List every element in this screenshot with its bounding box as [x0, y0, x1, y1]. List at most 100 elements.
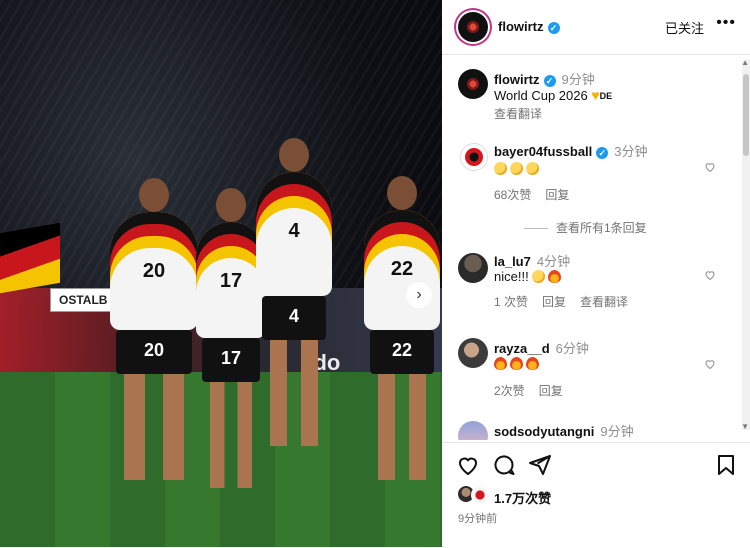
- post-header: flowirtz ✓ 已关注 •••: [442, 0, 750, 55]
- bookmark-save-icon[interactable]: [714, 453, 738, 477]
- caption-username: flowirtz ✓ 9分钟: [494, 69, 595, 88]
- bayer-logo-icon: [464, 147, 484, 167]
- comment-meta: 68次赞 回复: [494, 186, 583, 203]
- caption-text-content: World Cup 2026: [494, 88, 588, 103]
- comment-avatar[interactable]: [458, 421, 488, 440]
- comment-text: [494, 356, 542, 371]
- comment-bubble-icon[interactable]: [492, 453, 516, 477]
- player-legs: [378, 374, 426, 480]
- comment-username: bayer04fussball ✓ 3分钟: [494, 141, 648, 160]
- verified-badge-icon: ✓: [547, 21, 560, 34]
- comment-text-content: nice!!!: [494, 269, 529, 284]
- fire-icon: [526, 357, 539, 370]
- comment-meta: 2次赞 回复: [494, 382, 577, 399]
- player-head: [139, 178, 169, 212]
- caption-avatar[interactable]: [458, 69, 488, 99]
- reply-button[interactable]: 回复: [545, 188, 569, 202]
- comment-username: sodsodyutangni 9分钟: [494, 421, 634, 440]
- fire-icon: [548, 270, 562, 283]
- comment-username-text[interactable]: rayza__d: [494, 341, 550, 356]
- player-head: [216, 188, 246, 222]
- like-heart-icon[interactable]: [456, 453, 480, 477]
- view-replies-button[interactable]: 查看所有1条回复: [524, 219, 647, 236]
- post-photo[interactable]: OSTALB ndo 20 20 17 17 4 4 22 22 ›: [0, 0, 442, 547]
- post-sidebar: flowirtz ✓ 已关注 ••• flowirtz ✓ 9分钟 World Cup…: [442, 0, 750, 548]
- scroll-up-arrow-icon[interactable]: ▲: [741, 58, 749, 67]
- jersey-number: 4: [288, 220, 300, 242]
- verified-badge-icon: ✓: [543, 74, 556, 87]
- germany-flag: [0, 222, 60, 294]
- scrollbar-thumb[interactable]: [743, 74, 749, 156]
- flag-de-label: DE: [599, 91, 613, 101]
- comment-item: la_lu7 4分钟 nice!!! 1 次赞 回复 查看翻译: [442, 251, 742, 321]
- share-send-icon[interactable]: [528, 453, 552, 477]
- comment-item: rayza__d 6分钟 2次赞 回复: [442, 338, 742, 408]
- following-button[interactable]: 已关注: [665, 18, 704, 37]
- comment-text: nice!!!: [494, 269, 564, 284]
- comment-item: sodsodyutangni 9分钟: [442, 421, 742, 440]
- comment-time: 9分钟: [600, 424, 634, 439]
- comment-likes[interactable]: 1 次赞: [494, 295, 528, 309]
- shorts-number: 4: [288, 306, 299, 326]
- post-actions: 1.7万次赞 9分钟前: [442, 442, 750, 548]
- liker-avatar[interactable]: [471, 486, 489, 504]
- comment-username-text[interactable]: la_lu7: [494, 254, 531, 269]
- caption-username-text[interactable]: flowirtz: [494, 72, 540, 87]
- player-20: 20 20: [110, 178, 198, 480]
- player-head: [279, 138, 309, 172]
- player-shorts: 22: [370, 330, 434, 374]
- comment-meta: 1 次赞 回复 查看翻译: [494, 293, 642, 310]
- comment-likes[interactable]: 68次赞: [494, 188, 531, 202]
- fire-icon: [510, 357, 523, 370]
- author-avatar[interactable]: [458, 12, 488, 42]
- comment-username-text[interactable]: sodsodyutangni: [494, 424, 594, 439]
- comment-time: 4分钟: [536, 254, 571, 269]
- avatar-graphic: [467, 21, 479, 33]
- scroll-down-arrow-icon[interactable]: ▼: [741, 422, 749, 431]
- player-4: 4 4: [256, 138, 332, 446]
- player-legs: [210, 382, 252, 488]
- more-options-icon[interactable]: •••: [716, 14, 736, 32]
- comment-avatar[interactable]: [460, 143, 488, 171]
- comments-scrollbar[interactable]: [742, 60, 750, 430]
- posted-time[interactable]: 9分钟前: [458, 510, 497, 526]
- clap-icon: [526, 162, 539, 175]
- comment-username-text[interactable]: bayer04fussball: [494, 144, 592, 159]
- likes-count[interactable]: 1.7万次赞: [494, 488, 551, 507]
- comment-avatar[interactable]: [458, 253, 488, 283]
- comment-username: la_lu7 4分钟: [494, 251, 570, 270]
- clap-icon: [494, 162, 507, 175]
- translate-button[interactable]: 查看翻译: [580, 295, 628, 309]
- comments-list: flowirtz ✓ 9分钟 World Cup 2026 ♥DE 查看翻译 bay…: [442, 55, 742, 440]
- clap-icon: [510, 162, 523, 175]
- player-shorts: 17: [202, 338, 260, 382]
- comment-time: 3分钟: [614, 144, 648, 159]
- reply-button[interactable]: 回复: [542, 295, 566, 309]
- comment-likes[interactable]: 2次赞: [494, 384, 525, 398]
- like-heart-icon[interactable]: [704, 161, 716, 173]
- author-username[interactable]: flowirtz ✓: [498, 19, 560, 34]
- author-username-text[interactable]: flowirtz: [498, 19, 544, 34]
- clap-icon: [532, 270, 546, 283]
- shorts-number: 22: [391, 340, 413, 360]
- caption-translate[interactable]: 查看翻译: [494, 105, 542, 122]
- player-shorts: 20: [116, 330, 192, 374]
- comment-username: rayza__d 6分钟: [494, 338, 589, 357]
- like-heart-icon[interactable]: [704, 358, 716, 370]
- comment-avatar[interactable]: [458, 338, 488, 368]
- board-logo: OSTALB: [50, 288, 117, 312]
- divider-line: [524, 228, 548, 230]
- caption-time: 9分钟: [561, 72, 595, 87]
- jersey-number: 22: [390, 258, 414, 280]
- comment-time: 6分钟: [555, 341, 589, 356]
- verified-badge-icon: ✓: [596, 146, 609, 159]
- player-shorts: 4: [262, 296, 326, 340]
- view-replies-label[interactable]: 查看所有1条回复: [556, 221, 647, 235]
- player-head: [387, 176, 417, 210]
- shorts-number: 20: [143, 340, 165, 360]
- jersey-number: 20: [142, 260, 166, 282]
- like-heart-icon[interactable]: [704, 269, 716, 281]
- next-photo-button[interactable]: ›: [406, 282, 432, 308]
- reply-button[interactable]: 回复: [539, 384, 563, 398]
- player-legs: [124, 374, 184, 480]
